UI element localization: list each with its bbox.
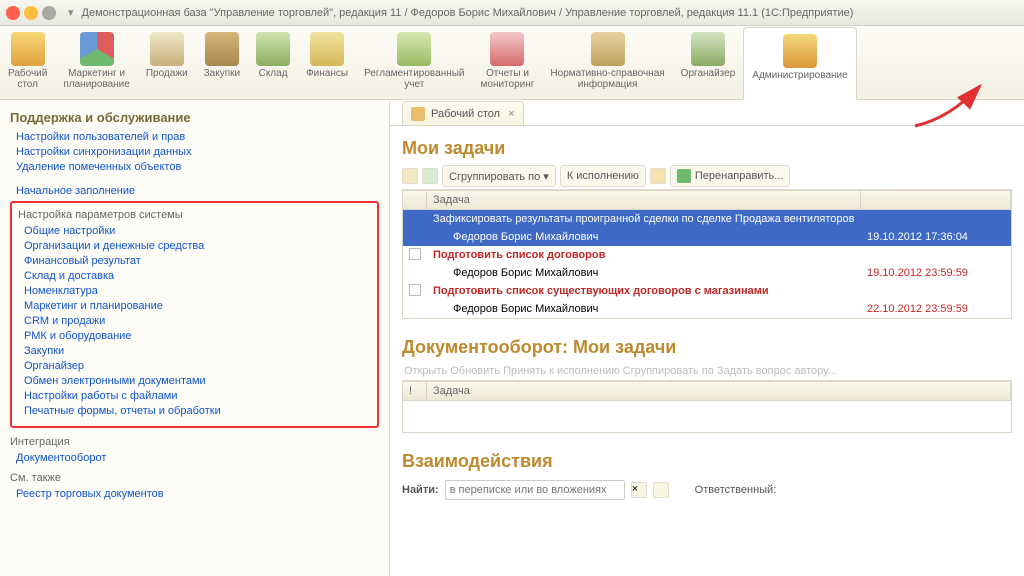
tab-desktop[interactable]: Рабочий стол × — [402, 101, 524, 125]
to-execution-button[interactable]: К исполнению — [560, 165, 646, 187]
toolbar-admin[interactable]: Администрирование — [743, 27, 856, 100]
content-area: Рабочий стол × Мои задачи Сгруппировать … — [390, 100, 1024, 576]
clear-icon[interactable]: × — [631, 482, 647, 498]
sidebar-heading-support: Поддержка и обслуживание — [10, 110, 379, 125]
my-tasks-section: Мои задачи Сгруппировать по ▾ К исполнен… — [390, 126, 1024, 325]
toolbar-finance[interactable]: Финансы — [298, 26, 356, 99]
my-tasks-grid[interactable]: Задача Зафиксировать результаты проигран… — [402, 190, 1012, 319]
toolbar-desktop[interactable]: Рабочийстол — [0, 26, 55, 99]
tab-close-button[interactable]: × — [508, 108, 514, 120]
col-task[interactable]: Задача — [427, 382, 1011, 400]
sidebar-link[interactable]: Настройки пользователей и прав — [16, 131, 379, 143]
window-titlebar: ▾ Демонстрационная база "Управление торг… — [0, 0, 1024, 26]
task-row[interactable]: Подготовить список существующих договоро… — [403, 282, 1011, 300]
task-row[interactable]: Подготовить список договоров — [403, 246, 1011, 264]
sidebar-link[interactable]: Склад и доставка — [24, 270, 371, 282]
sidebar-link[interactable]: Реестр торговых документов — [16, 488, 379, 500]
sidebar-link[interactable]: Документооборот — [16, 452, 379, 464]
toolbar-marketing[interactable]: Маркетинг ипланирование — [55, 26, 137, 99]
sidebar-link[interactable]: Номенклатура — [24, 285, 371, 297]
toolbar-reg-accounting[interactable]: Регламентированныйучет — [356, 26, 472, 99]
nav-sidebar: Поддержка и обслуживание Настройки польз… — [0, 100, 390, 576]
sidebar-highlighted-group: Настройка параметров системы Общие настр… — [10, 201, 379, 428]
find-label: Найти: — [402, 484, 439, 496]
sidebar-link[interactable]: CRM и продажи — [24, 315, 371, 327]
edit-icon[interactable] — [402, 168, 418, 184]
toolbar-purchases[interactable]: Закупки — [196, 26, 248, 99]
section-title: Мои задачи — [402, 138, 1012, 159]
sidebar-link[interactable]: Печатные формы, отчеты и обработки — [24, 405, 371, 417]
responsible-label: Ответственный: — [695, 484, 777, 496]
sidebar-subheading: Интеграция — [10, 436, 379, 448]
sidebar-link[interactable]: Настройки работы с файлами — [24, 390, 371, 402]
redirect-button[interactable]: Перенаправить... — [670, 165, 791, 187]
window-min-button[interactable] — [24, 6, 38, 20]
sidebar-link[interactable]: Общие настройки — [24, 225, 371, 237]
toolbar-organizer[interactable]: Органайзер — [673, 26, 744, 99]
window-max-button[interactable] — [42, 6, 56, 20]
sidebar-link[interactable]: Организации и денежные средства — [24, 240, 371, 252]
col-task[interactable]: Задача — [427, 191, 861, 209]
flag-icon[interactable] — [650, 168, 666, 184]
find-input[interactable] — [445, 480, 625, 500]
sidebar-link[interactable]: Настройки синхронизации данных — [16, 146, 379, 158]
toolbar-reports[interactable]: Отчеты имониторинг — [473, 26, 543, 99]
search-icon[interactable] — [653, 482, 669, 498]
col-flag[interactable]: ! — [403, 382, 427, 400]
tab-label: Рабочий стол — [431, 108, 500, 120]
sidebar-link[interactable]: РМК и оборудование — [24, 330, 371, 342]
main-toolbar: Рабочийстол Маркетинг ипланирование Прод… — [0, 26, 1024, 100]
sidebar-link[interactable]: Обмен электронными документами — [24, 375, 371, 387]
sidebar-link[interactable]: Органайзер — [24, 360, 371, 372]
docflow-section: Документооборот: Мои задачи Открыть Обно… — [390, 325, 1024, 439]
sidebar-link[interactable]: Удаление помеченных объектов — [16, 161, 379, 173]
toolbar-sales[interactable]: Продажи — [138, 26, 196, 99]
window-title: Демонстрационная база "Управление торгов… — [82, 7, 854, 19]
tab-bar: Рабочий стол × — [390, 100, 1024, 126]
toolbar-catalog[interactable]: Нормативно-справочнаяинформация — [542, 26, 672, 99]
desktop-icon — [411, 107, 425, 121]
sidebar-link[interactable]: Закупки — [24, 345, 371, 357]
docflow-toolbar: Открыть Обновить Принять к исполнению Сг… — [402, 362, 1012, 381]
task-row[interactable]: Федоров Борис Михайлович19.10.2012 17:36… — [403, 228, 1011, 246]
group-by-button[interactable]: Сгруппировать по ▾ — [442, 165, 556, 187]
docflow-grid[interactable]: ! Задача — [402, 381, 1012, 433]
task-row[interactable]: Зафиксировать результаты проигранной сде… — [403, 210, 1011, 228]
sidebar-subheading: Настройка параметров системы — [18, 209, 371, 221]
sidebar-link[interactable]: Начальное заполнение — [16, 185, 379, 197]
sidebar-link[interactable]: Маркетинг и планирование — [24, 300, 371, 312]
interactions-section: Взаимодействия Найти: × Ответственный: — [390, 439, 1024, 510]
window-menu-toggle[interactable]: ▾ — [68, 6, 74, 19]
task-row[interactable]: Федоров Борис Михайлович19.10.2012 23:59… — [403, 264, 1011, 282]
task-row[interactable]: Федоров Борис Михайлович22.10.2012 23:59… — [403, 300, 1011, 318]
toolbar-warehouse[interactable]: Склад — [248, 26, 298, 99]
sidebar-subheading: См. также — [10, 472, 379, 484]
section-title: Документооборот: Мои задачи — [402, 337, 1012, 358]
my-tasks-toolbar: Сгруппировать по ▾ К исполнению Перенапр… — [402, 163, 1012, 190]
sidebar-link[interactable]: Финансовый результат — [24, 255, 371, 267]
refresh-icon[interactable] — [422, 168, 438, 184]
section-title: Взаимодействия — [402, 451, 1012, 472]
window-close-button[interactable] — [6, 6, 20, 20]
